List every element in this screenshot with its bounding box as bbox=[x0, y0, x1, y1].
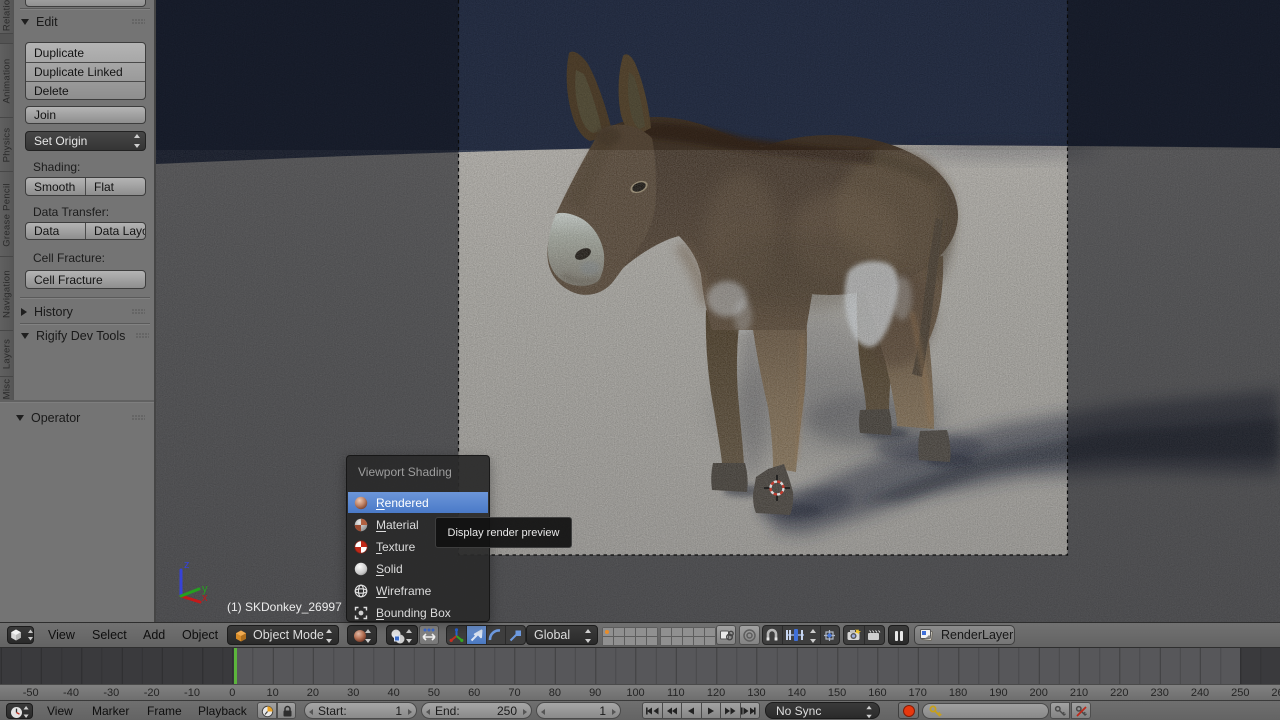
svg-text:x: x bbox=[202, 592, 208, 604]
svg-text:(1) SKDonkey_26997: (1) SKDonkey_26997 bbox=[227, 600, 342, 614]
svg-text:z: z bbox=[184, 559, 190, 571]
